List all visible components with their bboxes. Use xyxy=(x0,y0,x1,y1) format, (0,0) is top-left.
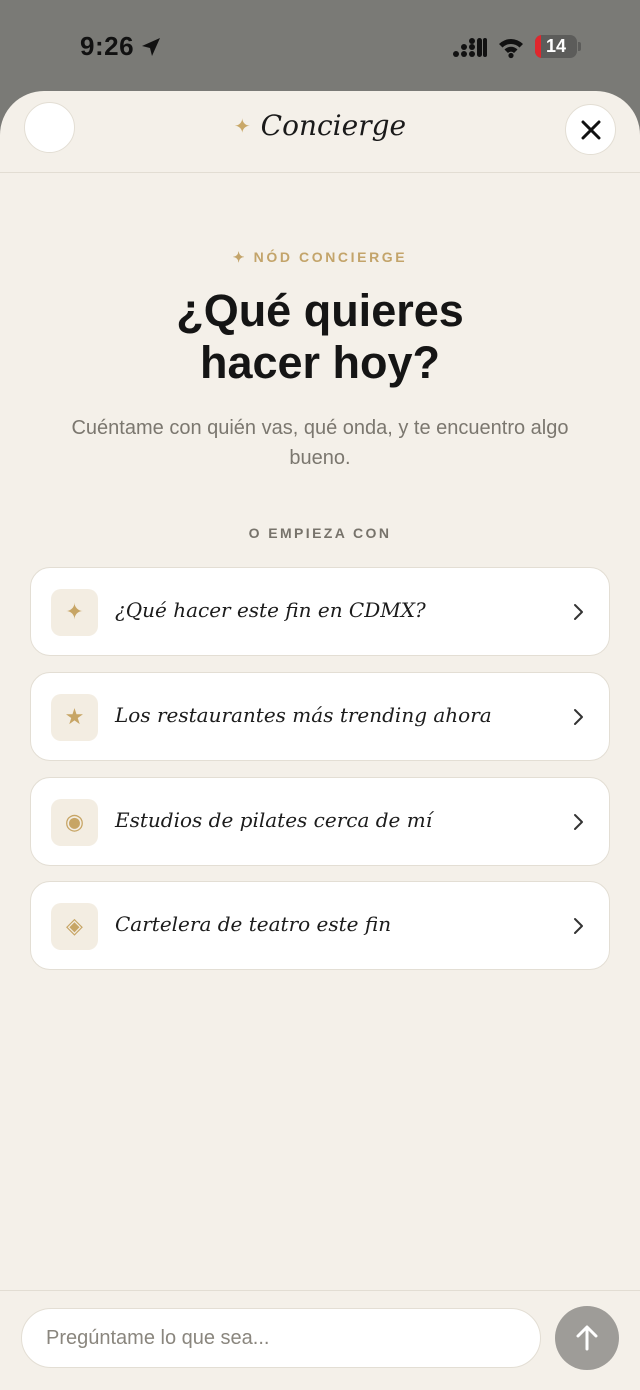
message-composer xyxy=(0,1290,640,1390)
sheet-title-text: Concierge xyxy=(260,109,407,142)
target-icon: ◉ xyxy=(51,799,98,846)
battery-level-text: 14 xyxy=(545,36,567,56)
eyebrow-label: ✦ NÓD CONCIERGE xyxy=(232,249,408,265)
arrow-up-icon xyxy=(576,1325,598,1351)
suggestion-item[interactable]: ◈ Cartelera de teatro este fin xyxy=(30,881,610,970)
chevron-right-icon xyxy=(574,918,583,934)
suggestion-label: Los restaurantes más trending ahora xyxy=(115,703,492,727)
star-icon: ★ xyxy=(51,694,98,741)
page-title: ¿Qué quieres hacer hoy? xyxy=(0,285,640,389)
suggestion-label: Cartelera de teatro este fin xyxy=(115,912,392,936)
suggestion-label: ¿Qué hacer este fin en CDMX? xyxy=(115,598,426,622)
suggestion-item[interactable]: ✦ ¿Qué hacer este fin en CDMX? xyxy=(30,567,610,656)
diamond-icon: ◈ xyxy=(51,903,98,950)
sparkle-icon: ✦ xyxy=(51,589,98,636)
status-time: 9:26 xyxy=(80,31,135,61)
sheet-header: ✦ Concierge xyxy=(0,91,640,173)
location-arrow-icon xyxy=(142,38,160,56)
close-button[interactable] xyxy=(565,104,616,155)
message-input[interactable] xyxy=(21,1308,541,1368)
suggestion-item[interactable]: ★ Los restaurantes más trending ahora xyxy=(30,672,610,761)
page-title-line-2: hacer hoy? xyxy=(199,337,441,388)
chevron-right-icon xyxy=(574,604,583,620)
close-icon xyxy=(581,120,601,140)
send-button[interactable] xyxy=(555,1306,619,1370)
suggestions-heading: O EMPIEZA CON xyxy=(248,525,392,541)
page-title-line-1: ¿Qué quieres xyxy=(176,285,464,336)
chevron-right-icon xyxy=(574,709,583,725)
cellular-signal-icon xyxy=(453,38,487,57)
suggestion-label: Estudios de pilates cerca de mí xyxy=(115,808,433,832)
wifi-icon xyxy=(499,39,523,59)
battery-indicator: 14 xyxy=(535,35,577,58)
status-bar: 9:26 14 xyxy=(0,0,640,92)
chevron-right-icon xyxy=(574,814,583,830)
sparkle-icon: ✦ xyxy=(233,114,251,138)
suggestion-item[interactable]: ◉ Estudios de pilates cerca de mí xyxy=(30,777,610,866)
sheet-title: ✦ Concierge xyxy=(0,109,640,142)
concierge-sheet: ✦ Concierge ✦ NÓD CONCIERGE ¿Qué quieres … xyxy=(0,91,640,1390)
page-subtitle: Cuéntame con quién vas, qué onda, y te e… xyxy=(71,417,569,469)
battery-tip xyxy=(578,42,581,51)
